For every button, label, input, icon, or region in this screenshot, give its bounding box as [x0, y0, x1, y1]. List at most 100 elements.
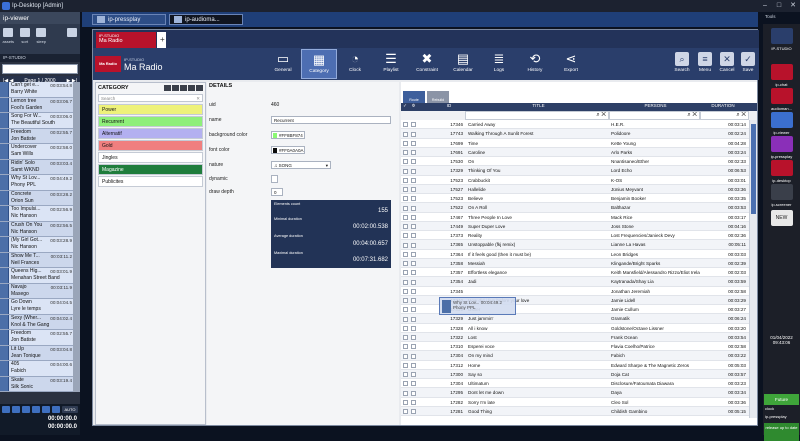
viewer-list-item[interactable]: Queens Hig... 00:03:01.9 Menahan Street Ba… [0, 268, 73, 284]
viewer-list-item[interactable]: Freedom 00:02:55.7 Jon Batiste [0, 330, 73, 346]
row-checkbox[interactable] [402, 242, 408, 248]
row-flag-checkbox[interactable] [411, 298, 416, 304]
row-checkbox[interactable] [402, 233, 408, 239]
row-checkbox[interactable] [402, 187, 408, 193]
category-item[interactable]: Gold [98, 140, 203, 151]
row-flag-checkbox[interactable] [411, 159, 416, 165]
viewer-list-item[interactable]: Crush On You 00:02:56.5 Nic Hanson [0, 221, 73, 237]
dock-app-ip-viewer[interactable]: ip-viewer [766, 112, 797, 135]
row-checkbox[interactable] [402, 131, 408, 137]
category-item[interactable]: Magazine [98, 164, 203, 175]
row-checkbox[interactable] [402, 224, 408, 230]
table-row[interactable]: 17304 On my mind Fabich 00:03:22 [401, 351, 749, 361]
col-duration[interactable]: DURATION [700, 103, 749, 111]
table-row[interactable]: 17329 Just jammin' Gramatik 00:06:24 [401, 314, 749, 324]
sleep-button[interactable]: sleep [35, 28, 48, 50]
row-flag-checkbox[interactable] [411, 325, 416, 331]
table-row[interactable]: 17530 On Nnantisaneo/Ether 00:02:33 [401, 157, 749, 167]
close-button[interactable]: ✕ [786, 0, 800, 12]
category-item[interactable]: Publicites [98, 176, 203, 187]
tab-ip-audiomanager[interactable]: ip-audioma... [169, 14, 243, 25]
edit-button[interactable] [32, 406, 40, 413]
dock-app-ip-pressplay[interactable]: ip-pressplay [766, 136, 797, 159]
row-checkbox[interactable] [402, 270, 408, 276]
viewer-list-item[interactable]: Song For W... 00:03:06.0 The Beautiful Sou… [0, 113, 73, 129]
table-row[interactable]: 17304 Ultimatum Disclosure/Fatoumata Diawa… [401, 379, 749, 389]
table-row[interactable]: 17373 Reality Lost Frequencies/Janieck Dev… [401, 231, 749, 241]
table-row[interactable]: 17467 Three People In Love Mack Rice 00:03:… [401, 213, 749, 222]
name-input[interactable]: Recurrent [271, 116, 391, 124]
export-button[interactable]: ⋖ Export [553, 49, 589, 79]
row-flag-checkbox[interactable] [411, 242, 416, 248]
category-item[interactable]: Power [98, 104, 203, 115]
viewer-list-item[interactable]: Skate 00:03:19.4 Silk Sonic [0, 376, 73, 392]
dock-app-ip-desktop[interactable]: ip-desktop [766, 160, 797, 183]
row-checkbox[interactable] [402, 159, 408, 165]
row-flag-checkbox[interactable] [411, 316, 416, 322]
viewer-list-item[interactable]: 405 00:04:00.6 Fabich [0, 361, 73, 377]
table-row[interactable]: 17743 Walking Through A Sunlit Forest Poli… [401, 129, 749, 139]
category-up-button[interactable] [180, 84, 187, 91]
dynamic-checkbox[interactable] [271, 175, 278, 183]
viewer-list-item[interactable]: Lit Up 00:03:04.8 Jean Tonique [0, 345, 73, 361]
dock-studio[interactable]: IP-STUDIO [766, 28, 797, 51]
viewer-list-item[interactable]: (My Girl Got... 00:03:28.9 Nic Hanson [0, 237, 73, 253]
row-checkbox[interactable] [402, 362, 408, 368]
viewer-list-item[interactable]: Ridin' Solo 00:03:03.4 Samt WKND [0, 159, 73, 175]
future-button[interactable]: Future [764, 394, 799, 405]
table-row[interactable]: 17691 Caroline Arlo Parks 00:03:24 [401, 147, 749, 157]
background-color-input[interactable]: #FF8BF874 [271, 131, 305, 139]
history-button[interactable]: ⟲ History [517, 49, 553, 79]
auto-button[interactable]: AUTO [62, 406, 78, 413]
table-row[interactable]: 17295 Dont let me down Daya 00:03:34 [401, 388, 749, 398]
tab-ip-pressplay[interactable]: ip-pressplay [92, 14, 166, 25]
row-checkbox[interactable] [402, 261, 408, 267]
table-row[interactable]: 17282 Sorry I'm late Cleo Sol 00:03:36 [401, 398, 749, 407]
col-id[interactable]: ID [435, 103, 465, 111]
table-row[interactable]: 17364 If it feels good (then it must be) L… [401, 250, 749, 259]
row-flag-checkbox[interactable] [411, 381, 416, 387]
add-tab-button[interactable]: + [157, 32, 166, 48]
table-row[interactable]: 17312 Home Edward Sharpe & The Magnetic Ze… [401, 361, 749, 370]
row-flag-checkbox[interactable] [411, 372, 416, 378]
row-flag-checkbox[interactable] [411, 362, 416, 368]
dock-app-ip-screener[interactable]: ip-screener [766, 184, 797, 207]
viewer-search-input[interactable] [2, 64, 78, 74]
category-item[interactable]: Recurrent [98, 116, 203, 127]
dock-app-audioman---[interactable]: audioman... [766, 88, 797, 111]
row-flag-checkbox[interactable] [411, 205, 416, 211]
row-flag-checkbox[interactable] [411, 288, 416, 294]
row-flag-checkbox[interactable] [411, 390, 416, 396]
route-button[interactable]: Route [403, 91, 425, 103]
row-checkbox[interactable] [402, 140, 408, 146]
sort-button[interactable]: sort [19, 28, 32, 50]
viewer-list-item[interactable]: Can't get e... 00:03:54.8 Barry White [0, 82, 73, 98]
persons-filter-input[interactable]: ⌕ ✕ [609, 111, 700, 120]
row-flag-checkbox[interactable] [411, 140, 416, 146]
draw-depth-input[interactable]: 0 [271, 188, 283, 196]
row-flag-checkbox[interactable] [411, 270, 416, 276]
viewer-list-item[interactable]: Why St Lov... 00:04:49.2 Phony PPL [0, 175, 73, 191]
viewer-list-item[interactable]: Sexy (Wher... 00:04:02.4 Knol & The Gang [0, 314, 73, 330]
clock-button[interactable]: ◔ Clock [337, 49, 373, 79]
row-flag-checkbox[interactable] [411, 279, 416, 285]
row-checkbox[interactable] [402, 316, 408, 322]
table-row[interactable]: 17300 Say so Doja Cat 00:03:57 [401, 369, 749, 379]
row-checkbox[interactable] [402, 251, 408, 257]
row-flag-checkbox[interactable] [411, 251, 416, 257]
row-checkbox[interactable] [402, 196, 408, 202]
viewer-list-item[interactable]: Undercover 00:02:58.0 Sam Wills [0, 144, 73, 160]
row-flag-checkbox[interactable] [411, 307, 416, 313]
rebuild-button[interactable]: Rebuild [427, 91, 449, 103]
row-flag-checkbox[interactable] [411, 177, 416, 183]
viewer-list-item[interactable]: Concrete 00:03:28.2 Orion Sun [0, 190, 73, 206]
row-flag-checkbox[interactable] [411, 335, 416, 341]
refresh-button[interactable] [42, 406, 50, 413]
grid-scrollbar-thumb[interactable] [751, 124, 756, 214]
row-flag-checkbox[interactable] [411, 196, 416, 202]
table-row[interactable]: 17328 All i know Goldstone/Octave Lissner 0… [401, 324, 749, 333]
row-checkbox[interactable] [402, 353, 408, 359]
category-button[interactable]: ▦ Category [301, 49, 337, 79]
row-checkbox[interactable] [402, 214, 408, 220]
viewer-list-item[interactable]: Go Down 00:04:04.5 Lyre le temps [0, 299, 73, 315]
